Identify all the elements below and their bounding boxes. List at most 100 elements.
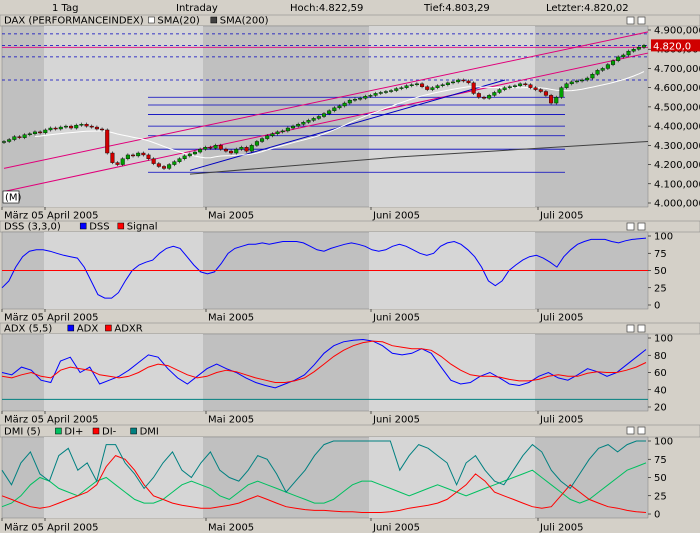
candle-body [543,91,548,96]
candle-body [79,123,84,126]
legend-swatch [210,16,218,24]
candle-body [84,123,89,127]
y-tick-label: 50 [654,473,667,484]
y-tick-label: 4.200,000 [654,160,700,171]
panel-title: ADX (5,5) [4,324,52,335]
candle-body [301,122,306,125]
candle [105,128,110,155]
y-tick-label: 75 [654,249,667,260]
candle-body [125,154,130,159]
candle-body [110,152,115,163]
panel-adx: ADX (5,5) ADX ADXR 100 80 60 40 20 März 05 April … [0,322,700,426]
candle-body [626,50,631,56]
candle-body [161,166,166,169]
candle [559,86,564,99]
y-tick-label: 0 [654,510,660,521]
legend-swatch [67,324,75,332]
candle-body [456,79,461,83]
x-tick-label: März 05 [4,415,44,426]
legend-label: DI- [102,427,117,438]
y-tick-label: 60 [654,368,667,379]
candle-body [569,81,574,85]
close-button[interactable] [637,16,646,25]
candle-body [605,64,610,69]
low-label: Tief:4.803,29 [423,3,490,14]
candle-body [383,91,388,93]
candle-body [409,84,414,86]
candle-body [636,47,641,50]
candle-body [43,129,48,134]
restore-button[interactable] [626,426,635,435]
candle-body [482,97,487,99]
close-button[interactable] [637,426,646,435]
last-price-tag-label: 4.820,0 [653,41,691,52]
candle-body [254,141,259,146]
candle-body [518,83,523,86]
candle-body [580,79,585,82]
candle-body [538,89,543,92]
candle-body [100,128,105,131]
y-tick-label: 4.400,000 [654,122,700,133]
session-label[interactable]: Intraday [176,3,218,14]
y-tick-label: 100 [654,334,673,345]
y-tick-label: 4.900,000 [654,26,700,37]
x-tick-label: Mai 2005 [208,523,254,533]
close-button[interactable] [637,222,646,231]
candle-body [2,141,6,143]
candle-body [177,158,182,162]
candle-body [352,98,357,101]
candle-body [167,164,172,169]
candle-body [430,87,435,90]
candle-body [260,138,265,142]
close-button[interactable] [637,324,646,333]
y-tick-label: 25 [654,491,667,502]
candle-body [533,87,538,90]
candle-body [53,127,58,130]
legend-label: Signal [127,222,158,233]
candle-body [192,151,197,155]
candle-body [378,92,383,94]
legend-label: DSS [89,222,109,233]
candle-body [528,84,533,88]
legend-swatch [130,427,137,435]
restore-button[interactable] [626,324,635,333]
x-tick-label: Juli 2005 [539,523,583,533]
legend-swatch [105,324,112,332]
y-tick-label: 4.000,000 [654,199,700,210]
candle-body [451,81,456,84]
candle-body [296,123,301,127]
candle-body [187,153,192,157]
candle [110,151,115,165]
candle-body [12,136,17,140]
candle-body [249,145,254,152]
candle-body [94,126,99,130]
y-tick-label: 4.500,000 [654,102,700,113]
candle-body [502,87,507,90]
restore-button[interactable] [626,222,635,231]
x-tick-label: Juni 2005 [372,211,420,222]
legend-swatch [79,222,87,230]
candle-body [244,147,249,152]
x-tick-label: Juli 2005 [539,211,583,222]
candle-body [487,95,492,99]
high-label: Hoch:4.822,59 [290,3,363,14]
candle-body [394,88,399,91]
candle-body [203,147,208,150]
legend-swatch [55,427,62,435]
candle-body [218,145,223,150]
candle-body [213,145,218,149]
candle-body [172,161,177,165]
candle-body [63,125,68,128]
panel-price: DAX (PERFORMANCEINDEX) SMA(20) SMA(200) 4.9… [0,14,700,222]
shade-band [369,26,535,207]
candle-body [389,90,394,92]
candle-body [131,154,136,157]
candle-body [590,74,595,79]
candle-body [440,84,445,86]
panel-title: DSS (3,3,0) [4,222,61,233]
candle-body [58,126,63,130]
restore-button[interactable] [626,16,635,25]
interval-label[interactable]: 1 Tag [52,3,78,14]
candle-body [523,83,528,86]
x-tick-label: April 2005 [47,313,98,324]
